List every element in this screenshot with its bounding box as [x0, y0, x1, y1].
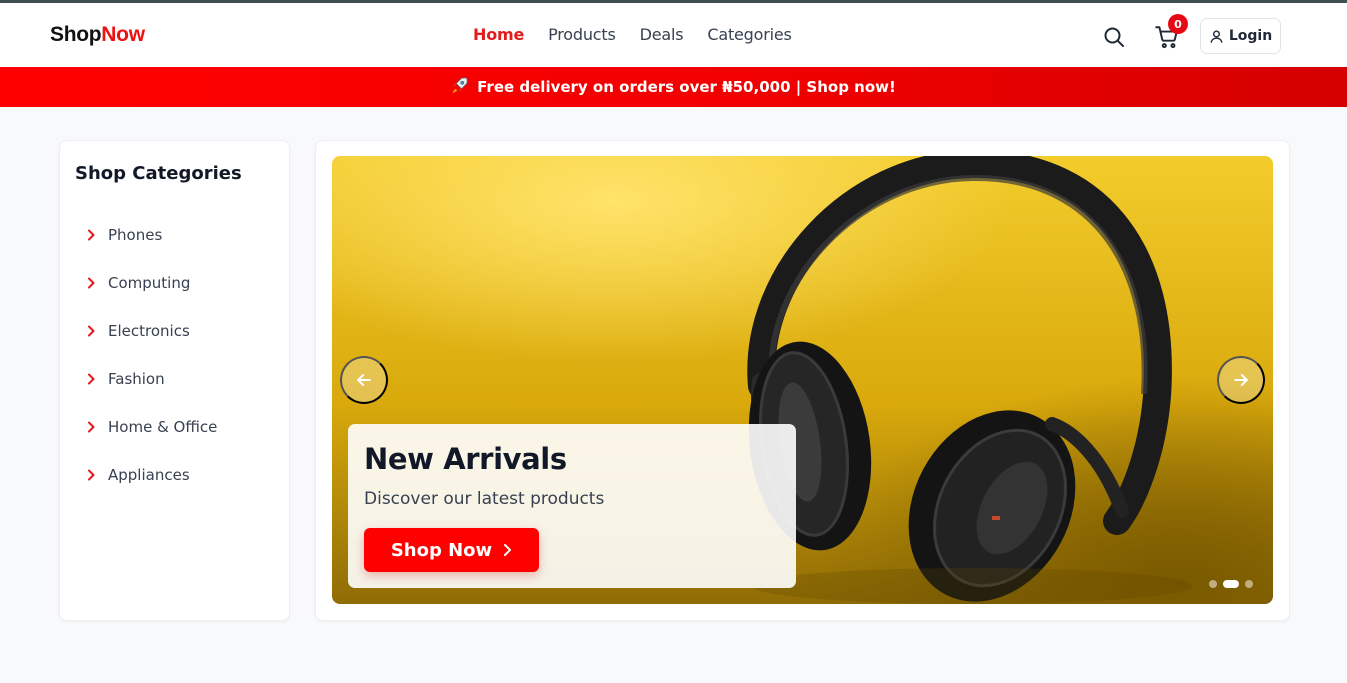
logo-part-shop: Shop	[50, 23, 102, 46]
chevron-right-icon	[88, 325, 95, 337]
search-button[interactable]	[1102, 25, 1126, 49]
category-item-fashion[interactable]: Fashion	[86, 355, 217, 403]
shop-now-label: Shop Now	[390, 539, 493, 561]
nav-categories[interactable]: Categories	[707, 25, 791, 44]
top-header: ShopNow Home Products Deals Categories 0…	[0, 3, 1347, 67]
category-item-home-office[interactable]: Home & Office	[86, 403, 217, 451]
carousel-dot-3[interactable]	[1245, 580, 1253, 588]
promo-text: Free delivery on orders over ₦50,000 | S…	[477, 78, 896, 96]
category-label: Appliances	[108, 466, 190, 484]
chevron-right-icon	[88, 421, 95, 433]
login-button[interactable]: Login	[1200, 18, 1281, 54]
site-logo[interactable]: ShopNow	[50, 23, 145, 47]
category-label: Home & Office	[108, 418, 218, 436]
hero-subtitle: Discover our latest products	[364, 489, 605, 509]
category-label: Phones	[108, 226, 163, 244]
category-item-appliances[interactable]: Appliances	[86, 451, 217, 499]
carousel-next-button[interactable]	[1217, 356, 1265, 404]
login-label: Login	[1228, 28, 1273, 44]
nav-home[interactable]: Home	[473, 25, 524, 44]
category-label: Fashion	[108, 370, 165, 388]
arrow-left-icon	[357, 374, 371, 386]
carousel-dot-2[interactable]	[1223, 580, 1239, 588]
category-label: Electronics	[108, 322, 190, 340]
hero-caption-box: New Arrivals Discover our latest product…	[348, 424, 796, 588]
chevron-right-icon	[88, 373, 95, 385]
carousel-prev-button[interactable]	[340, 356, 388, 404]
category-list: Phones Computing Electronics Fashion Hom…	[86, 211, 217, 499]
nav-deals[interactable]: Deals	[640, 25, 684, 44]
promo-banner[interactable]: Free delivery on orders over ₦50,000 | S…	[0, 67, 1347, 107]
cart-count-badge: 0	[1168, 14, 1188, 34]
user-icon	[1210, 30, 1223, 43]
arrow-right-icon	[1234, 374, 1248, 386]
chevron-right-icon	[504, 544, 512, 556]
main-nav: Home Products Deals Categories	[473, 25, 792, 44]
chevron-right-icon	[88, 229, 95, 241]
logo-part-now: Now	[101, 23, 145, 46]
category-label: Computing	[108, 274, 191, 292]
chevron-right-icon	[88, 277, 95, 289]
category-item-phones[interactable]: Phones	[86, 211, 217, 259]
category-sidebar: Shop Categories Phones Computing Electro…	[59, 140, 290, 621]
shop-now-button[interactable]: Shop Now	[364, 528, 539, 572]
nav-products[interactable]: Products	[548, 25, 616, 44]
hero-title: New Arrivals	[364, 442, 567, 476]
sidebar-title: Shop Categories	[75, 163, 242, 184]
chevron-right-icon	[88, 469, 95, 481]
search-icon	[1104, 27, 1124, 47]
carousel-dot-1[interactable]	[1209, 580, 1217, 588]
carousel-dots	[1209, 580, 1253, 588]
category-item-computing[interactable]: Computing	[86, 259, 217, 307]
rocket-icon	[451, 76, 469, 98]
category-item-electronics[interactable]: Electronics	[86, 307, 217, 355]
